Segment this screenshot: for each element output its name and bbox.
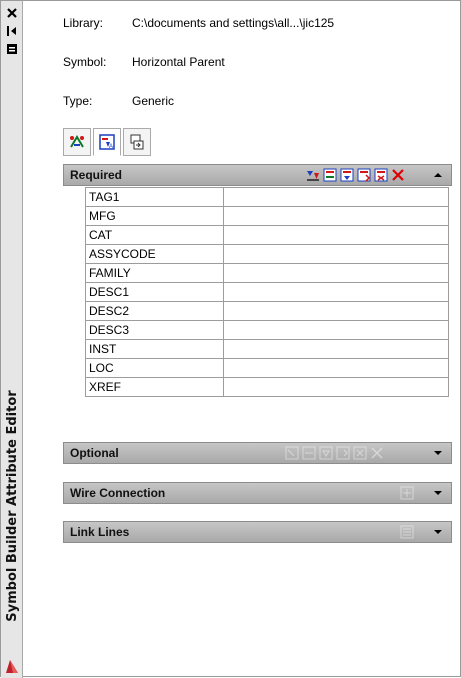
move-attribute-icon xyxy=(352,445,368,461)
attribute-value[interactable] xyxy=(224,264,449,283)
type-value: Generic xyxy=(132,94,175,108)
required-section-title: Required xyxy=(70,168,123,182)
symbol-value: Horizontal Parent xyxy=(132,55,225,69)
required-section-toolbar xyxy=(305,167,406,183)
add-attribute-icon[interactable] xyxy=(339,167,355,183)
link-lines-toolbar xyxy=(399,524,415,540)
svg-text:A: A xyxy=(109,144,113,150)
editor-tabs: A xyxy=(63,128,151,156)
attribute-value[interactable] xyxy=(224,378,449,397)
expand-arrow-icon[interactable] xyxy=(431,484,445,502)
copy-attribute-icon[interactable] xyxy=(356,167,372,183)
collapse-arrow-icon[interactable] xyxy=(431,166,445,184)
attribute-value[interactable] xyxy=(224,188,449,207)
insert-attribute-tab-icon[interactable]: A xyxy=(93,128,121,156)
attribute-tag: DESC1 xyxy=(86,283,224,302)
edit-attribute-icon[interactable] xyxy=(322,167,338,183)
table-row[interactable]: ASSYCODE xyxy=(86,245,449,264)
type-label: Type: xyxy=(63,94,93,108)
palette-titlebar[interactable]: Symbol Builder Attribute Editor xyxy=(1,1,23,678)
move-attribute-icon[interactable] xyxy=(373,167,389,183)
autocad-electrical-logo-icon xyxy=(4,658,20,674)
auto-hide-icon[interactable] xyxy=(4,23,20,39)
symbol-row: Symbol: Horizontal Parent xyxy=(63,54,225,70)
table-row[interactable]: DESC2 xyxy=(86,302,449,321)
attribute-value[interactable] xyxy=(224,321,449,340)
add-attribute-icon xyxy=(318,445,334,461)
link-lines-section-title: Link Lines xyxy=(70,525,130,539)
attribute-tag: CAT xyxy=(86,226,224,245)
properties-icon[interactable] xyxy=(4,41,20,57)
table-row[interactable]: DESC1 xyxy=(86,283,449,302)
convert-tab-icon[interactable] xyxy=(123,128,151,156)
library-row: Library: C:\documents and settings\all...… xyxy=(63,15,334,31)
table-row[interactable]: INST xyxy=(86,340,449,359)
delete-icon xyxy=(369,445,385,461)
required-attributes-table: TAG1 MFG CAT ASSYCODE FAMILY DESC1 DESC2… xyxy=(85,187,449,397)
edit-attribute-icon xyxy=(301,445,317,461)
required-section-header[interactable]: Required xyxy=(63,164,452,186)
attribute-value[interactable] xyxy=(224,359,449,378)
table-row[interactable]: FAMILY xyxy=(86,264,449,283)
optional-section-toolbar xyxy=(284,445,385,461)
attribute-tag: DESC3 xyxy=(86,321,224,340)
attribute-tag: LOC xyxy=(86,359,224,378)
wire-connection-section-header[interactable]: Wire Connection xyxy=(63,482,452,504)
palette-title: Symbol Builder Attribute Editor xyxy=(5,390,20,622)
copy-attribute-icon xyxy=(335,445,351,461)
attribute-tag: TAG1 xyxy=(86,188,224,207)
insert-attribute-icon xyxy=(284,445,300,461)
attribute-tag: XREF xyxy=(86,378,224,397)
link-lines-icon xyxy=(399,524,415,540)
symbol-label: Symbol: xyxy=(63,55,107,69)
optional-section-title: Optional xyxy=(70,446,119,460)
attribute-value[interactable] xyxy=(224,226,449,245)
attribute-tag: FAMILY xyxy=(86,264,224,283)
wire-connection-icon xyxy=(399,485,415,501)
attribute-tag: MFG xyxy=(86,207,224,226)
link-lines-section-header[interactable]: Link Lines xyxy=(63,521,452,543)
library-value: C:\documents and settings\all...\jic125 xyxy=(132,16,335,30)
expand-arrow-icon[interactable] xyxy=(431,523,445,541)
attribute-value[interactable] xyxy=(224,302,449,321)
insert-attribute-icon[interactable] xyxy=(305,167,321,183)
attributes-tab-icon[interactable] xyxy=(63,128,91,156)
attribute-tag: ASSYCODE xyxy=(86,245,224,264)
attribute-value[interactable] xyxy=(224,207,449,226)
table-row[interactable]: LOC xyxy=(86,359,449,378)
delete-icon[interactable] xyxy=(390,167,406,183)
wire-connection-toolbar xyxy=(399,485,415,501)
expand-arrow-icon[interactable] xyxy=(431,444,445,462)
table-row[interactable]: XREF xyxy=(86,378,449,397)
table-row[interactable]: CAT xyxy=(86,226,449,245)
attribute-value[interactable] xyxy=(224,340,449,359)
type-row: Type: Generic xyxy=(63,93,174,109)
table-row[interactable]: TAG1 xyxy=(86,188,449,207)
wire-connection-section-title: Wire Connection xyxy=(70,486,166,500)
attribute-tag: INST xyxy=(86,340,224,359)
attribute-value[interactable] xyxy=(224,283,449,302)
table-row[interactable]: DESC3 xyxy=(86,321,449,340)
library-label: Library: xyxy=(63,16,104,30)
attribute-tag: DESC2 xyxy=(86,302,224,321)
close-icon[interactable] xyxy=(4,5,20,21)
attribute-value[interactable] xyxy=(224,245,449,264)
optional-section-header[interactable]: Optional xyxy=(63,442,452,464)
table-row[interactable]: MFG xyxy=(86,207,449,226)
attribute-editor-palette: Symbol Builder Attribute Editor Library:… xyxy=(0,0,461,678)
